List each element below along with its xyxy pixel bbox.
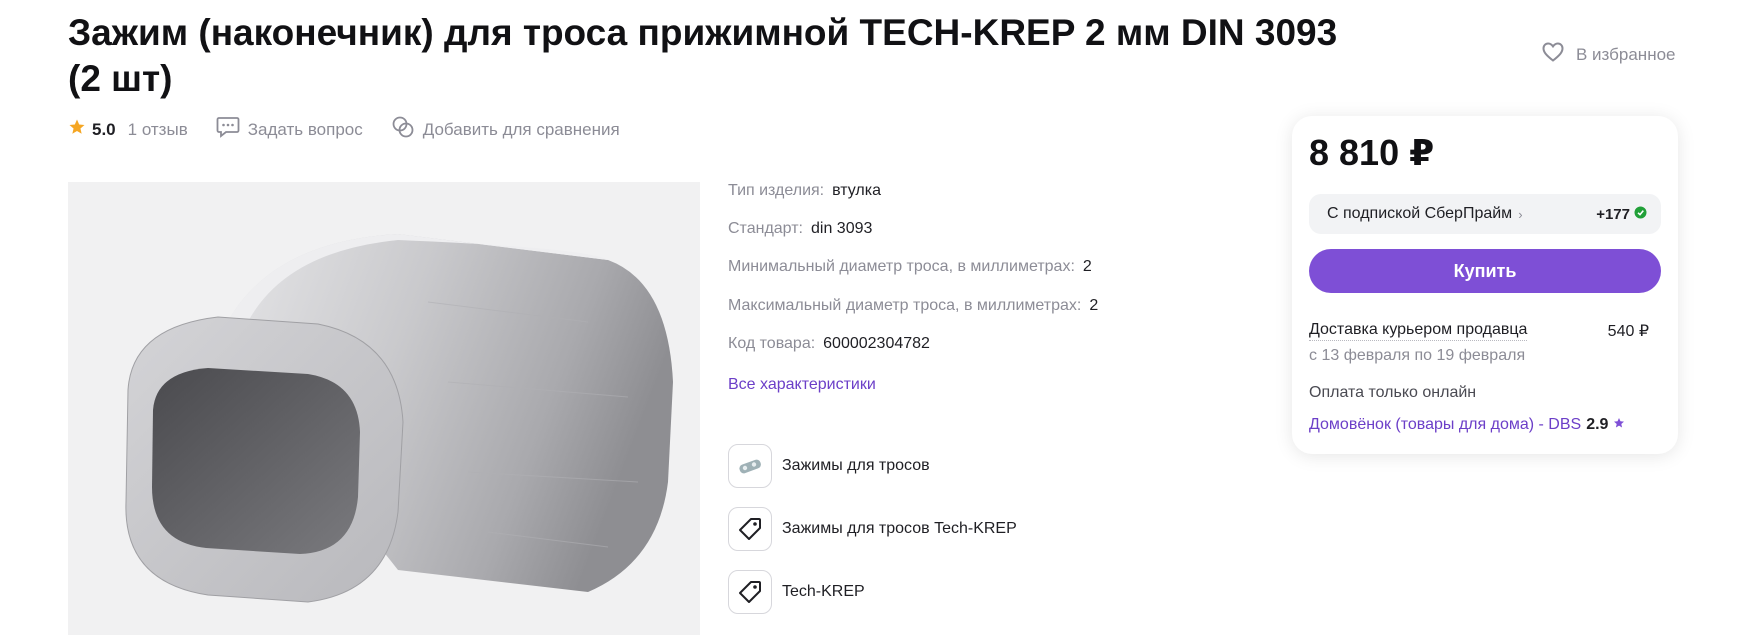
spec-key: Стандарт: [728, 220, 803, 237]
star-icon [1613, 416, 1625, 434]
category-name: Tech-KREP [782, 583, 865, 600]
category-link-tech-krep[interactable]: Tech-KREP [728, 570, 865, 614]
delivery-dates: с 13 февраля по 19 февраля [1309, 347, 1526, 364]
spec-row: Минимальный диаметр троса, в миллиметрах… [728, 258, 1092, 276]
category-name: Зажимы для тросов [782, 457, 930, 474]
spec-value: 600002304782 [823, 335, 930, 352]
sberprime-offer[interactable]: С подпиской СберПрайм › +177 [1309, 194, 1661, 234]
category-link-cable-clamps[interactable]: Зажимы для тросов [728, 444, 930, 488]
tag-icon [728, 570, 772, 614]
ask-question-button[interactable]: Задать вопрос [216, 116, 363, 143]
sberprime-label: С подпиской СберПрайм [1327, 205, 1513, 222]
product-image[interactable] [68, 182, 700, 635]
seller-info: Домовёнок (товары для дома) - DBS 2.9 [1309, 416, 1625, 434]
delivery-info: Доставка курьером продавца 540 ₽ с 13 фе… [1309, 321, 1649, 365]
delivery-title[interactable]: Доставка курьером продавца [1309, 321, 1528, 341]
spec-value: 2 [1082, 258, 1092, 275]
chat-icon [216, 116, 240, 143]
spec-row: Тип изделия: втулка [728, 182, 881, 200]
product-title: Зажим (наконечник) для троса прижимной T… [68, 12, 1338, 99]
category-name: Зажимы для тросов Tech-KREP [782, 520, 1017, 537]
favorites-label: В избранное [1576, 44, 1676, 64]
ask-question-label: Задать вопрос [247, 119, 363, 139]
seller-link[interactable]: Домовёнок (товары для дома) - DBS [1309, 416, 1581, 434]
spec-key: Минимальный диаметр троса, в миллиметрах… [728, 258, 1075, 275]
buy-box: 8 810 ₽ С подпиской СберПрайм › +177 Куп… [1292, 116, 1678, 454]
bonus-value: +177 [1596, 205, 1630, 223]
compare-icon [391, 115, 415, 144]
spec-key: Код товара: [728, 335, 816, 352]
rating-value: 5.0 [92, 119, 116, 139]
seller-rating: 2.9 [1586, 416, 1609, 433]
reviews-link[interactable]: 1 отзыв [128, 120, 188, 140]
rating[interactable]: 5.0 [68, 118, 116, 141]
spec-key: Максимальный диаметр троса, в миллиметра… [728, 297, 1082, 314]
bonus-coin-icon [1634, 206, 1647, 223]
spec-row: Код товара: 600002304782 [728, 335, 930, 353]
spec-value: втулка [832, 182, 882, 199]
product-meta-row: 5.0 1 отзыв Задать вопрос Добавить для с… [68, 115, 620, 144]
cable-clamp-icon [728, 444, 772, 488]
heart-icon [1542, 42, 1564, 67]
star-icon [68, 118, 86, 141]
spec-value: din 3093 [811, 220, 873, 237]
add-to-favorites-button[interactable]: В избранное [1542, 42, 1676, 67]
bonus-points: +177 [1596, 206, 1647, 223]
buy-button[interactable]: Купить [1309, 249, 1661, 293]
all-characteristics-link[interactable]: Все характеристики [728, 376, 876, 394]
spec-key: Тип изделия: [728, 182, 825, 199]
compare-label: Добавить для сравнения [422, 119, 620, 139]
chevron-right-icon: › [1518, 206, 1523, 222]
cable-sleeve-photo [68, 182, 700, 635]
spec-row: Максимальный диаметр троса, в миллиметра… [728, 297, 1098, 315]
add-to-compare-button[interactable]: Добавить для сравнения [391, 115, 620, 144]
price: 8 810 ₽ [1309, 132, 1435, 173]
category-link-tech-krep-clamps[interactable]: Зажимы для тросов Tech-KREP [728, 507, 1017, 551]
spec-value: 2 [1089, 297, 1099, 314]
delivery-price: 540 ₽ [1607, 323, 1649, 340]
tag-icon [728, 507, 772, 551]
payment-note: Оплата только онлайн [1309, 384, 1477, 401]
spec-row: Стандарт: din 3093 [728, 220, 872, 238]
